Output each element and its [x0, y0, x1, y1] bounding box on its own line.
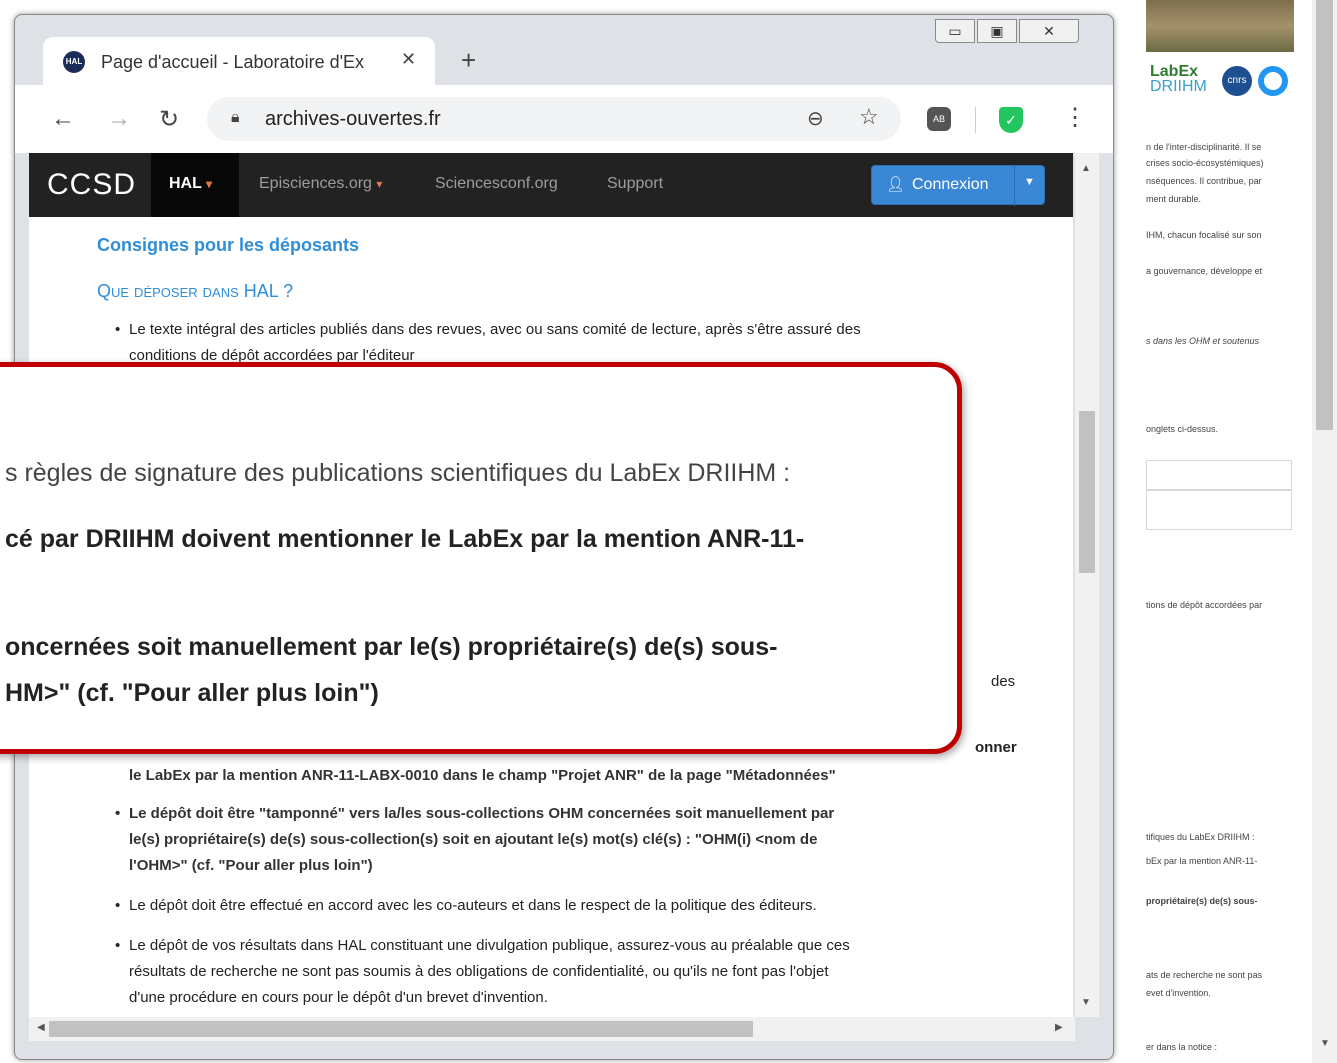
callout-line: cé par DRIIHM doivent mentionner le LabE… — [5, 525, 805, 553]
partial-text: onner — [975, 739, 1017, 756]
bg-text-line: ats de recherche ne sont pas — [1146, 970, 1263, 980]
bg-text-line: onglets ci-dessus. — [1146, 424, 1219, 434]
bg-text-line: propriétaire(s) de(s) sous- — [1146, 896, 1258, 906]
bg-text-line: evet d'invention. — [1146, 988, 1211, 998]
url-text[interactable]: archives-ouvertes.fr — [265, 108, 441, 131]
callout-line: s règles de signature des publications s… — [5, 459, 791, 487]
background-photo — [1146, 0, 1294, 52]
labex-logo-text-a: LabEx — [1150, 63, 1199, 80]
vertical-scrollbar[interactable]: ▲ ▼ — [1075, 153, 1099, 1017]
list-item-text: Le dépôt de vos résultats dans HAL const… — [129, 937, 850, 954]
cnrs-logo: cnrs — [1222, 66, 1252, 96]
ccsd-logo[interactable]: CCSD — [47, 168, 136, 202]
toolbar-divider — [975, 107, 976, 133]
new-tab-icon[interactable]: + — [461, 45, 476, 76]
bg-text-line: bEx par la mention ANR-11- — [1146, 856, 1258, 866]
list-item: • Le dépôt doit être effectué en accord … — [115, 893, 1017, 919]
browser-tab[interactable]: HAL Page d'accueil - Laboratoire d'Ex ✕ — [43, 37, 435, 85]
nav-item-support[interactable]: Support — [607, 175, 663, 193]
list-item: • Le dépôt doit être "tamponné" vers la/… — [115, 801, 1017, 879]
bullet-dot: • — [115, 805, 121, 822]
caret-down-icon: ▾ — [206, 177, 213, 191]
bullet-dot: • — [115, 897, 121, 914]
list-item-text: Le texte intégral des articles publiés d… — [129, 321, 861, 338]
bg-box — [1146, 490, 1292, 530]
bg-text-line: a gouvernance, développe et — [1146, 266, 1263, 276]
horizontal-scrollbar-thumb[interactable] — [49, 1021, 753, 1037]
zoom-icon[interactable]: ⊖ — [807, 106, 824, 131]
hal-favicon-icon: HAL — [63, 51, 85, 73]
nav-hal-text: HAL — [169, 175, 202, 192]
bookmark-star-icon[interactable]: ☆ — [859, 104, 879, 130]
labex-logo: LabEx DRIIHM — [1150, 63, 1207, 95]
bg-text-line: nséquences. Il contribue, par — [1146, 176, 1262, 186]
vertical-scrollbar-thumb[interactable] — [1079, 411, 1095, 573]
partial-text: des — [991, 673, 1016, 690]
section-title: Consignes pour les déposants — [97, 235, 360, 255]
callout-line: oncernées soit manuellement par le(s) pr… — [5, 633, 778, 661]
scroll-right-icon[interactable]: ▶ — [1055, 1022, 1063, 1033]
login-dropdown-icon[interactable]: ▼ — [1024, 176, 1035, 188]
scroll-up-icon[interactable]: ▲ — [1081, 163, 1091, 174]
nav-item-sciencesconf[interactable]: Sciencesconf.org — [435, 175, 558, 193]
list-item-text: d'une procédure en cours pour le dépôt d… — [129, 989, 548, 1006]
list-item-text: Le dépôt doit être effectué en accord av… — [129, 897, 817, 914]
bg-text-line: n de l'inter-disciplinarité. Il se — [1146, 142, 1262, 152]
tab-close-icon[interactable]: ✕ — [401, 49, 416, 70]
back-icon[interactable]: ← — [51, 105, 75, 133]
bg-text-line: s dans les OHM et soutenus — [1146, 336, 1260, 346]
partner-logos: LabEx DRIIHM cnrs — [1140, 62, 1300, 102]
forward-icon[interactable]: → — [107, 105, 131, 133]
login-label: Connexion — [912, 176, 989, 193]
user-icon: 👤︎ — [886, 176, 906, 193]
login-button[interactable]: 👤︎ Connexion ▼ — [871, 165, 1045, 206]
list-item-text: le(s) propriétaire(s) de(s) sous-collect… — [129, 831, 818, 848]
nav-item-hal-label: HAL ▾ — [169, 175, 212, 193]
maximize-button[interactable]: ▣ — [977, 19, 1017, 43]
bg-text-line: ment durable. — [1146, 194, 1202, 204]
bg-text-line: er dans la notice : — [1146, 1042, 1218, 1052]
labex-logo-text-b: DRIIHM — [1150, 78, 1207, 95]
nav-item-episciences[interactable]: Episciences.org ▾ — [259, 175, 382, 193]
bg-text-line: crises socio-écosystémiques) — [1146, 158, 1264, 168]
shield-extension-icon[interactable]: ✓ — [999, 107, 1023, 133]
bg-text-line: IHM, chacun focalisé sur son — [1146, 230, 1262, 240]
bg-text-line: tions de dépôt accordées par — [1146, 600, 1263, 610]
browser-menu-icon[interactable]: ⋮ — [1063, 103, 1087, 132]
scroll-down-arrow-icon[interactable]: ▼ — [1320, 1038, 1330, 1049]
close-window-button[interactable]: ✕ — [1019, 19, 1079, 43]
scroll-down-icon[interactable]: ▼ — [1081, 997, 1091, 1008]
list-item: • Le dépôt de vos résultats dans HAL con… — [115, 933, 1017, 1011]
caret-down-icon: ▾ — [376, 177, 383, 191]
lock-icon[interactable]: 🔒︎ — [231, 109, 240, 127]
nav-episciences-text: Episciences.org — [259, 175, 372, 192]
list-item-continuation: le LabEx par la mention ANR-11-LABX-0010… — [129, 767, 836, 784]
list-item-text: l'OHM>" (cf. "Pour aller plus loin") — [129, 857, 373, 874]
adblock-extension-icon[interactable]: AB — [927, 107, 951, 131]
callout-line: HM>" (cf. "Pour aller plus loin") — [5, 679, 379, 707]
browser-toolbar: ← → ↻ 🔒︎ archives-ouvertes.fr ⊖ ☆ AB ✓ ⋮ — [15, 85, 1113, 153]
bullet-dot: • — [115, 937, 121, 954]
list-item-text: résultats de recherche ne sont pas soumi… — [129, 963, 829, 980]
bg-text-line: tifiques du LabEx DRIIHM : — [1146, 832, 1255, 842]
horizontal-scrollbar[interactable]: ◀ ▶ — [29, 1017, 1075, 1041]
bullet-dot: • — [115, 321, 121, 338]
tab-title: Page d'accueil - Laboratoire d'Ex — [101, 52, 365, 72]
address-bar[interactable]: 🔒︎ archives-ouvertes.fr ⊖ ☆ — [207, 97, 901, 141]
list-item-text: Le dépôt doit être "tamponné" vers la/le… — [129, 805, 835, 822]
circle-logo — [1258, 66, 1288, 96]
site-navbar: CCSD HAL ▾ Episciences.org ▾ Sciencescon… — [29, 153, 1073, 217]
minimize-button[interactable]: ▭ — [935, 19, 975, 43]
scroll-left-icon[interactable]: ◀ — [37, 1022, 45, 1033]
page-scrollbar-thumb[interactable] — [1316, 0, 1333, 430]
subsection-title: Que déposer dans HAL ? — [97, 281, 294, 301]
reload-icon[interactable]: ↻ — [159, 105, 179, 134]
nav-item-hal[interactable]: HAL ▾ — [151, 153, 239, 217]
bg-box — [1146, 460, 1292, 490]
login-split-divider — [1014, 166, 1015, 206]
zoom-callout: s règles de signature des publications s… — [0, 362, 962, 754]
